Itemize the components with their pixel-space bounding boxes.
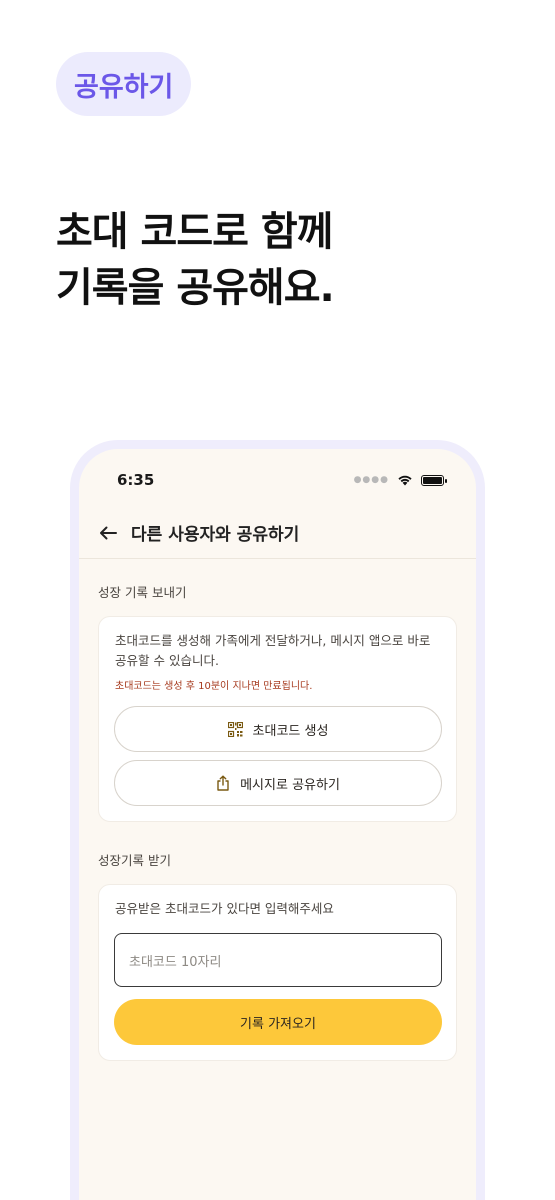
receive-card: 공유받은 초대코드가 있다면 입력해주세요 초대코드 10자리 기록 가져오기 — [98, 884, 457, 1061]
send-section-label: 성장 기록 보내기 — [98, 585, 187, 600]
send-card: 초대코드를 생성해 가족에게 전달하거나, 메시지 앱으로 바로 공유할 수 있… — [98, 616, 457, 822]
expiry-warning: 초대코드는 생성 후 10분이 지나면 만료됩니다. — [115, 681, 313, 692]
invite-code-placeholder: 초대코드 10자리 — [129, 954, 222, 970]
status-time: 6:35 — [117, 471, 155, 489]
wifi-icon — [398, 475, 412, 486]
receive-section-label: 성장기록 받기 — [98, 853, 171, 868]
promo-pill-label: 공유하기 — [74, 71, 174, 103]
status-icons: ●●●● — [353, 474, 447, 486]
headline-line-2: 기록을 공유해요. — [56, 265, 335, 311]
share-icon — [217, 775, 229, 791]
import-records-button[interactable]: 기록 가져오기 — [114, 999, 442, 1045]
generate-code-button[interactable]: 초대코드 생성 — [114, 706, 442, 752]
status-bar: 6:35 ●●●● — [79, 449, 476, 507]
promo-pill: 공유하기 — [56, 52, 192, 116]
invite-code-input[interactable]: 초대코드 10자리 — [114, 933, 442, 987]
generate-code-label: 초대코드 생성 — [252, 723, 329, 739]
signal-dots-icon: ●●●● — [353, 475, 389, 485]
qr-code-icon — [227, 721, 243, 737]
phone-frame: 6:35 ●●●● 다른 사용자와 공유하기 성장 기록 보내기 초대코드를 생… — [70, 440, 485, 1200]
share-message-button[interactable]: 메시지로 공유하기 — [114, 760, 442, 806]
arrow-left-icon[interactable] — [99, 526, 117, 540]
send-description: 초대코드를 생성해 가족에게 전달하거나, 메시지 앱으로 바로 공유할 수 있… — [115, 633, 431, 668]
promo-headline: 초대 코드로 함께 기록을 공유해요. — [56, 204, 335, 316]
battery-icon — [421, 474, 447, 486]
page-title: 다른 사용자와 공유하기 — [131, 525, 300, 545]
share-message-label: 메시지로 공유하기 — [240, 777, 340, 793]
app-bar: 다른 사용자와 공유하기 — [79, 507, 476, 559]
import-records-label: 기록 가져오기 — [240, 1016, 316, 1032]
headline-line-1: 초대 코드로 함께 — [56, 209, 333, 255]
receive-description: 공유받은 초대코드가 있다면 입력해주세요 — [115, 901, 334, 916]
